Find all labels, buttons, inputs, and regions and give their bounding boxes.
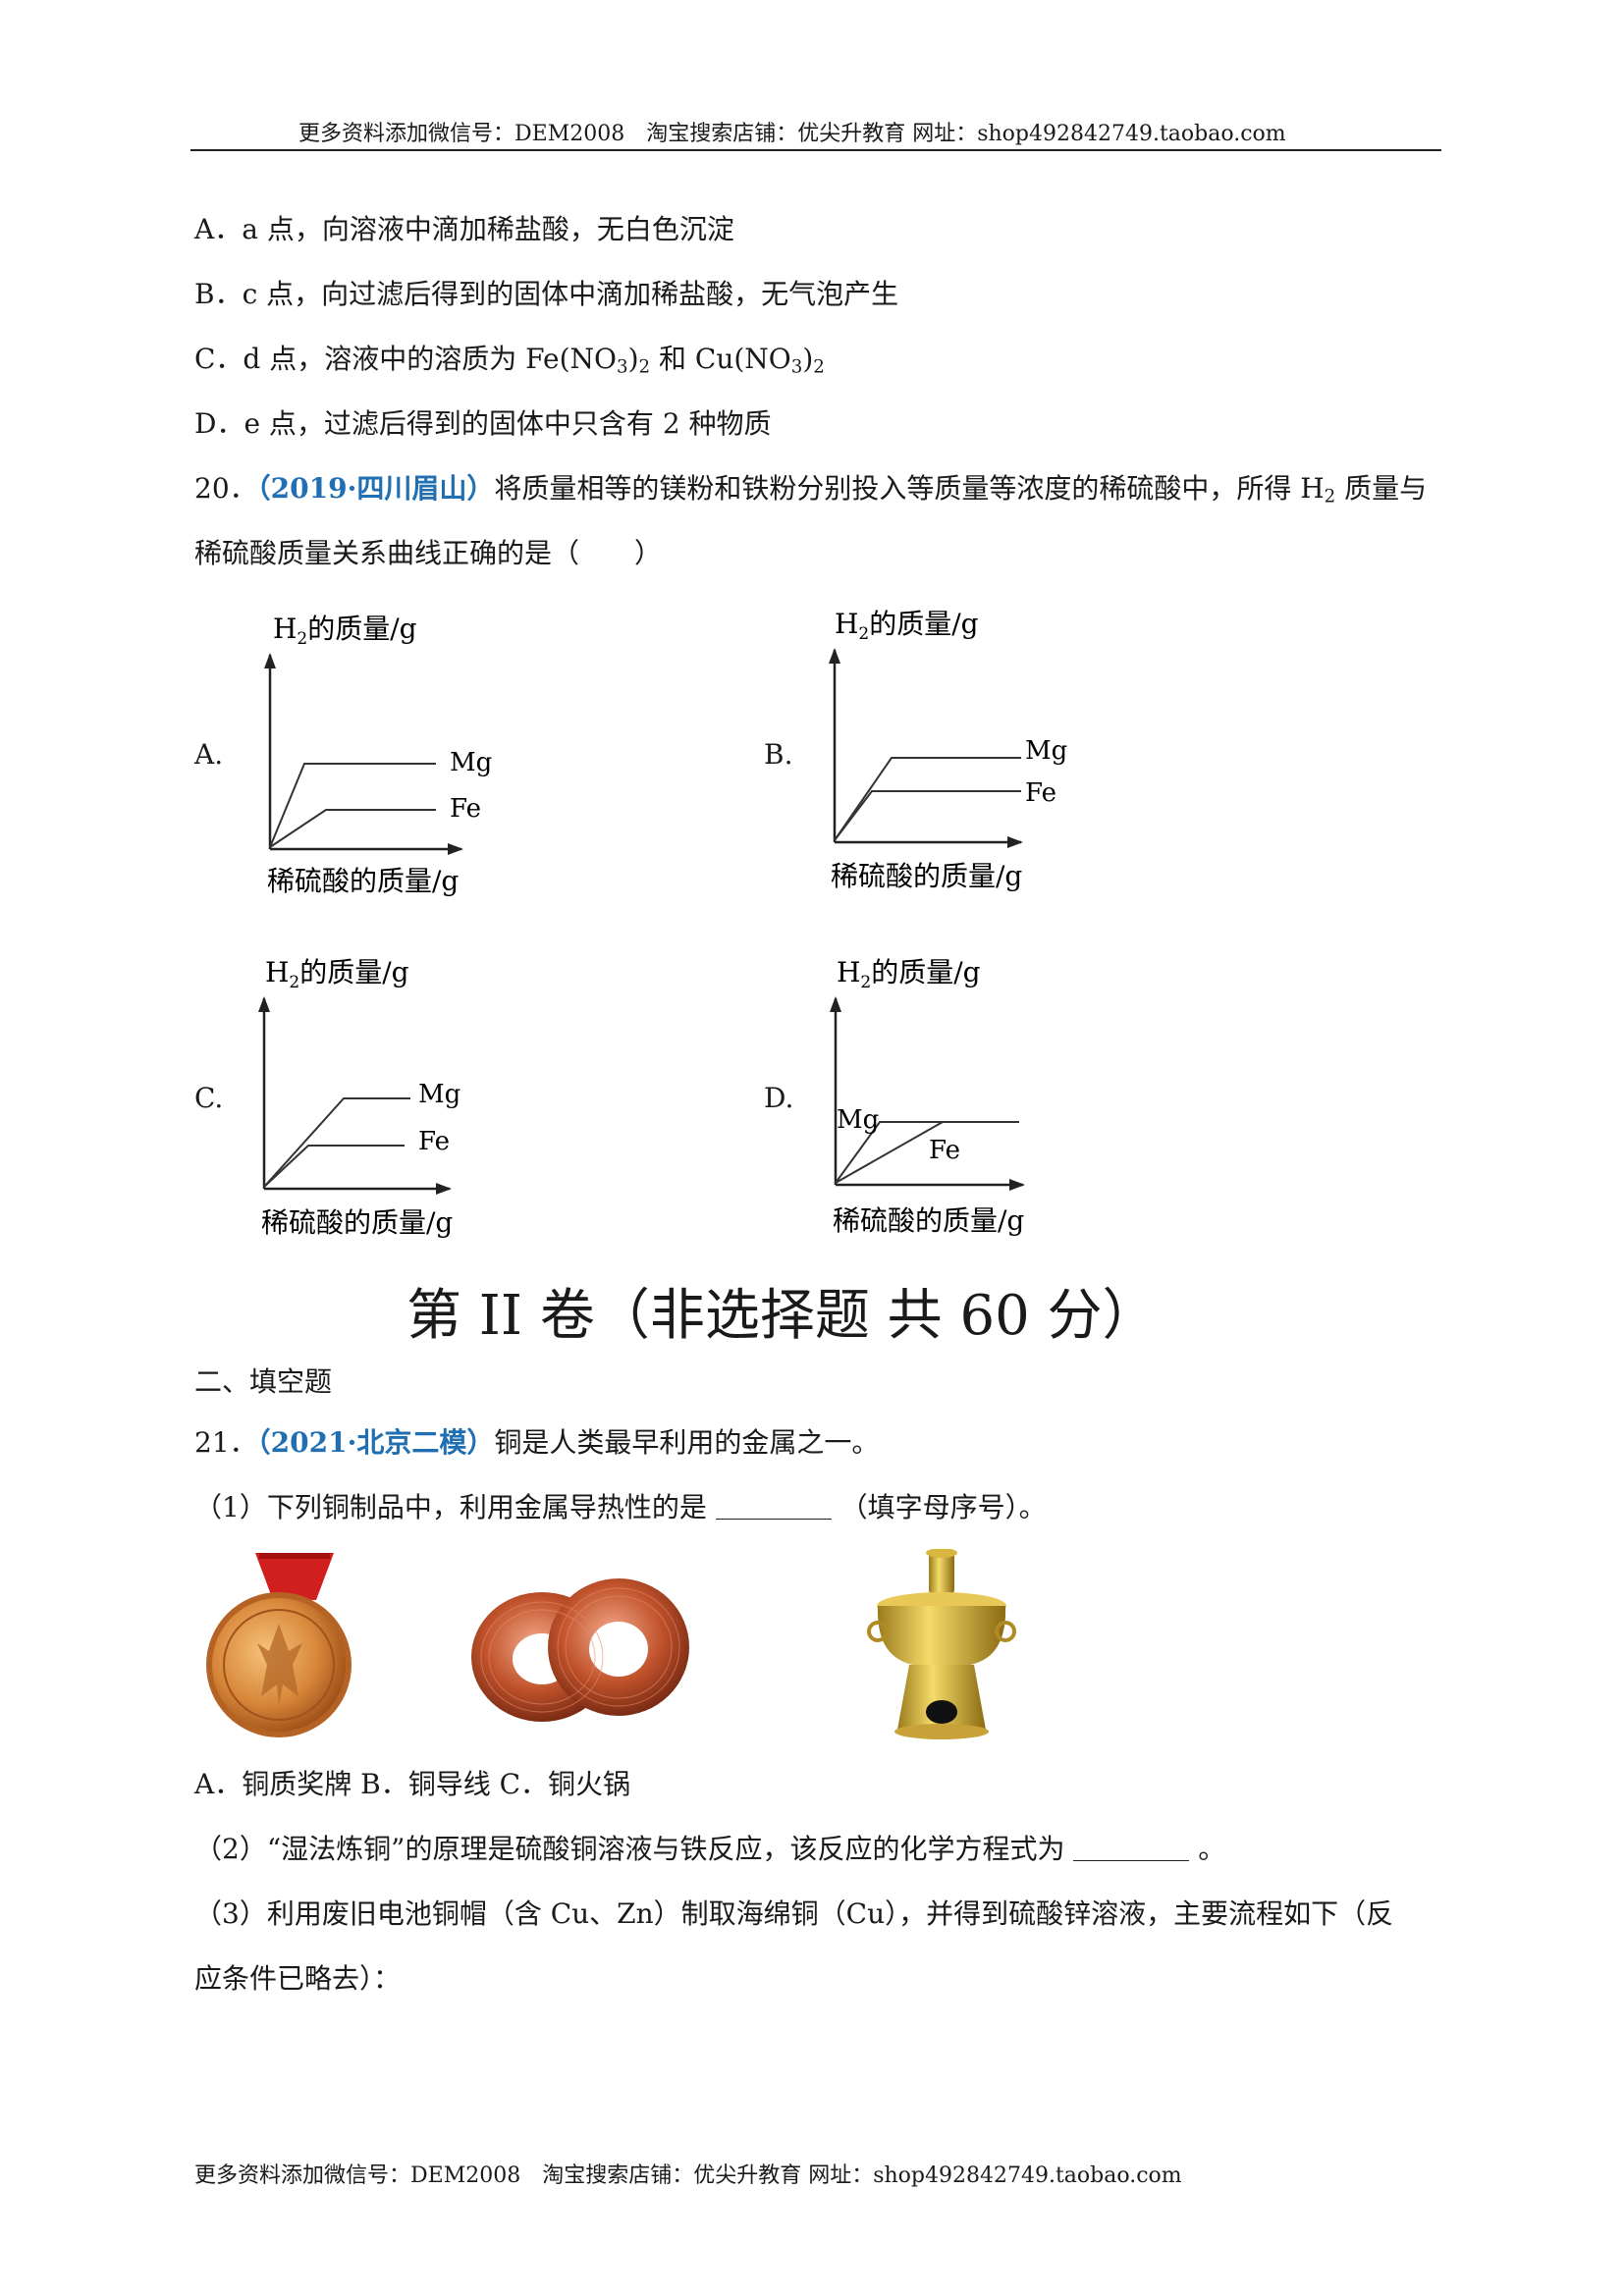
q21-part2-blank[interactable] xyxy=(1073,1836,1190,1861)
copper-hotpot-image xyxy=(867,1549,1016,1739)
graph-d-mg-label: Mg xyxy=(837,1105,879,1135)
graph-c-fe-line xyxy=(263,1145,405,1188)
copper-medal-image xyxy=(206,1553,352,1737)
graph-b-x-arrow xyxy=(1007,836,1023,848)
hotpot-bowl xyxy=(877,1606,1006,1665)
graph-b-mg-line xyxy=(834,757,1021,841)
graph-b-fe-label: Fe xyxy=(1025,778,1056,808)
graph-c-x-label: 稀硫酸的质量/g xyxy=(261,1206,453,1239)
graph-c-y-label: H2的质量/g xyxy=(265,956,409,992)
q21-choices: A．铜质奖牌 B．铜导线 C．铜火锅 xyxy=(194,1768,631,1800)
graph-d: H2的质量/g Mg Fe 稀硫酸的质量/g xyxy=(830,956,1025,1237)
graph-b-mg-label: Mg xyxy=(1025,736,1067,766)
graph-c-mg-line xyxy=(263,1097,410,1188)
q20-option-d-label: D. xyxy=(764,1082,794,1114)
q19-option-a: A．a 点，向溶液中滴加稀盐酸，无白色沉淀 xyxy=(194,213,734,245)
q21-part3-line1: （3）利用废旧电池铜帽（含 Cu、Zn）制取海绵铜（Cu），并得到硫酸锌溶液，主… xyxy=(194,1897,1394,1930)
graph-c: H2的质量/g Mg Fe 稀硫酸的质量/g xyxy=(258,956,460,1239)
page-header: 更多资料添加微信号：DEM2008 淘宝搜索店铺：优尖升教育 网址：shop49… xyxy=(298,122,1286,146)
q21-part2: （2）“湿法炼铜”的原理是硫酸铜溶液与铁反应，该反应的化学方程式为 。 xyxy=(194,1833,1226,1865)
graph-a: H2的质量/g Mg Fe 稀硫酸的质量/g xyxy=(264,613,492,897)
graph-b-y-label: H2的质量/g xyxy=(835,608,979,644)
graph-a-y-arrow xyxy=(264,653,276,668)
q21-part1: （1）下列铜制品中，利用金属导热性的是 （填字母序号）。 xyxy=(194,1491,1047,1523)
graph-d-y-label: H2的质量/g xyxy=(837,956,981,992)
graph-a-mg-label: Mg xyxy=(450,748,492,777)
page-footer: 更多资料添加微信号：DEM2008 淘宝搜索店铺：优尖升教育 网址：shop49… xyxy=(194,2163,1182,2188)
section-title: 第 II 卷（非选择题 共 60 分） xyxy=(406,1284,1158,1348)
graph-d-x-label: 稀硫酸的质量/g xyxy=(833,1204,1024,1237)
graph-a-x-arrow xyxy=(448,843,463,855)
q20-option-b-label: B. xyxy=(764,738,793,771)
q21-part3-line2: 应条件已略去）： xyxy=(194,1962,402,1995)
q21-part1-blank[interactable] xyxy=(715,1494,832,1520)
graph-c-mg-label: Mg xyxy=(418,1080,460,1109)
graph-b-y-arrow xyxy=(829,648,840,664)
section-heading-fill-in: 二、填空题 xyxy=(194,1365,333,1398)
q20-stem-line2: 稀硫酸质量关系曲线正确的是（ ） xyxy=(194,537,663,569)
graph-b-x-label: 稀硫酸的质量/g xyxy=(831,860,1022,892)
graph-c-y-arrow xyxy=(258,996,270,1012)
q20-option-c-label: C. xyxy=(194,1082,224,1114)
graph-d-y-arrow xyxy=(830,996,841,1012)
graph-c-fe-label: Fe xyxy=(418,1127,450,1156)
q20-option-a-label: A. xyxy=(194,738,224,771)
q19-option-b: B．c 点，向过滤后得到的固体中滴加稀盐酸，无气泡产生 xyxy=(194,278,899,310)
medal-ribbon xyxy=(255,1553,334,1600)
copper-wire-image xyxy=(471,1578,689,1722)
q19-option-c: C．d 点，溶液中的溶质为 Fe(NO3)2 和 Cu(NO3)2 xyxy=(194,343,825,378)
q20-stem-line1: 20．（2019·四川眉山）将质量相等的镁粉和铁粉分别投入等质量等浓度的稀硫酸中… xyxy=(194,472,1428,507)
graph-b: H2的质量/g Mg Fe 稀硫酸的质量/g xyxy=(829,608,1067,892)
graph-d-x-arrow xyxy=(1009,1179,1025,1191)
graph-a-mg-line xyxy=(269,763,436,848)
graph-c-x-arrow xyxy=(436,1183,452,1195)
q20-source: （2019·四川眉山） xyxy=(256,472,495,505)
graph-d-fe-label: Fe xyxy=(929,1136,960,1165)
graph-a-fe-label: Fe xyxy=(450,794,481,824)
q21-stem: 21．（2021·北京二模）铜是人类最早利用的金属之一。 xyxy=(194,1426,880,1459)
graph-a-fe-line xyxy=(269,809,436,848)
header-rule xyxy=(190,149,1441,151)
q19-option-d: D．e 点，过滤后得到的固体中只含有 2 种物质 xyxy=(194,407,772,440)
graph-a-x-label: 稀硫酸的质量/g xyxy=(267,865,459,897)
graph-a-y-label: H2的质量/g xyxy=(273,613,417,649)
q21-source: （2021·北京二模） xyxy=(256,1426,495,1459)
